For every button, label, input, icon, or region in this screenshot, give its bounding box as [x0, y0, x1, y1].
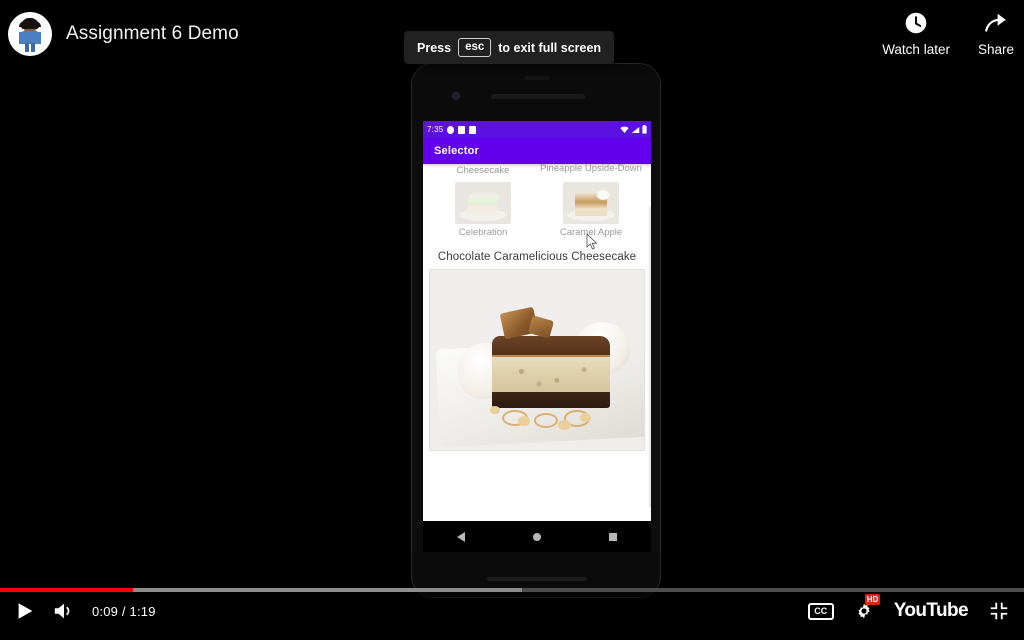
back-icon[interactable] — [457, 532, 465, 542]
gear-icon — [447, 125, 455, 134]
youtube-wordmark: YouTube — [893, 600, 969, 621]
volume-button[interactable] — [52, 600, 76, 622]
grid-item-caramel-apple[interactable]: Caramel Apple — [537, 182, 645, 244]
caramel-apple-thumb — [563, 182, 619, 224]
grid-item-label: Pineapple Upside-Down — [540, 164, 642, 174]
exit-fullscreen-tooltip: Press esc to exit full screen — [404, 31, 615, 64]
fullscreen-video-player: Assignment 6 Demo Watch later Share Pres… — [0, 0, 1024, 640]
hd-quality-badge: HD — [864, 594, 881, 605]
player-left-controls: 0:09 / 1:19 — [14, 600, 156, 622]
player-right-controls: CC HD YouTube — [807, 594, 1010, 622]
share-button[interactable]: Share — [978, 10, 1014, 57]
captions-button[interactable]: CC — [807, 602, 834, 620]
grid-item-label: Caramel Apple — [559, 227, 623, 238]
app-bar-title: Selector — [434, 145, 480, 157]
player-controls-bar: 0:09 / 1:19 CC HD YouTube — [0, 588, 1024, 640]
home-icon[interactable] — [533, 533, 541, 541]
grid-item-label: Celebration — [458, 227, 508, 238]
tooltip-press-label: Press — [417, 40, 452, 55]
battery-alert-icon — [469, 125, 477, 134]
tooltip-suffix-label: to exit full screen — [498, 40, 602, 55]
grid-item-label: Chocolate Caramelicious Cheesecake — [456, 165, 510, 176]
grid-item-celebration[interactable]: Celebration — [429, 182, 537, 244]
page-title[interactable]: Assignment 6 Demo — [66, 23, 239, 45]
selected-dessert-image — [429, 269, 645, 451]
youtube-logo[interactable]: YouTube — [893, 600, 969, 622]
settings-button[interactable]: HD — [854, 594, 881, 621]
volume-icon — [54, 603, 70, 619]
grid-item-chocolate-caramelicious-cheesecake[interactable]: Chocolate Caramelicious Cheesecake — [429, 164, 537, 182]
share-label: Share — [977, 42, 1014, 57]
top-actions: Watch later Share — [882, 10, 1014, 57]
progress-played — [0, 588, 134, 592]
scrollbar[interactable] — [649, 207, 651, 507]
battery-icon — [642, 125, 647, 134]
exit-fullscreen-icon — [990, 602, 1008, 620]
share-arrow-icon — [985, 13, 1006, 32]
cell-signal-icon — [631, 126, 640, 133]
dessert-grid: Chocolate Caramelicious Cheesecake Pinea… — [423, 164, 651, 244]
phone-screen: 7:35 Selector Cheesecake Pineapple Upsid… — [423, 121, 651, 521]
grid-item-pineapple-upside-down[interactable]: Pineapple Upside-Down — [537, 164, 645, 182]
phone-device-frame: 7:35 Selector Cheesecake Pineapple Upsid… — [411, 63, 661, 598]
android-status-bar: 7:35 — [423, 121, 651, 138]
watch-later-label: Watch later — [882, 42, 950, 57]
sd-card-icon — [458, 125, 466, 134]
play-button[interactable] — [14, 600, 36, 622]
celebration-cake-thumb — [455, 182, 511, 224]
watch-later-button[interactable]: Watch later — [882, 10, 950, 57]
play-icon — [18, 603, 33, 619]
wifi-icon — [620, 126, 629, 133]
progress-bar[interactable] — [0, 588, 1024, 592]
selected-dessert-title: Chocolate Caramelicious Cheesecake — [437, 251, 637, 263]
app-bar: Selector — [423, 138, 651, 164]
video-identity: Assignment 6 Demo — [8, 12, 239, 56]
esc-key-badge: esc — [458, 38, 492, 57]
time-display: 0:09 / 1:19 — [92, 603, 156, 619]
clock-icon — [905, 12, 927, 34]
recents-icon[interactable] — [609, 533, 617, 541]
earpiece-speaker — [491, 94, 585, 99]
avatar — [8, 12, 52, 56]
front-camera-icon — [452, 92, 460, 100]
android-navigation-bar — [423, 521, 651, 553]
cc-icon: CC — [807, 602, 834, 620]
selector-scroll-content[interactable]: Chocolate Caramelicious Cheesecake Pinea… — [423, 164, 651, 521]
exit-fullscreen-button[interactable] — [988, 600, 1010, 622]
status-bar-time: 7:35 — [427, 125, 444, 134]
